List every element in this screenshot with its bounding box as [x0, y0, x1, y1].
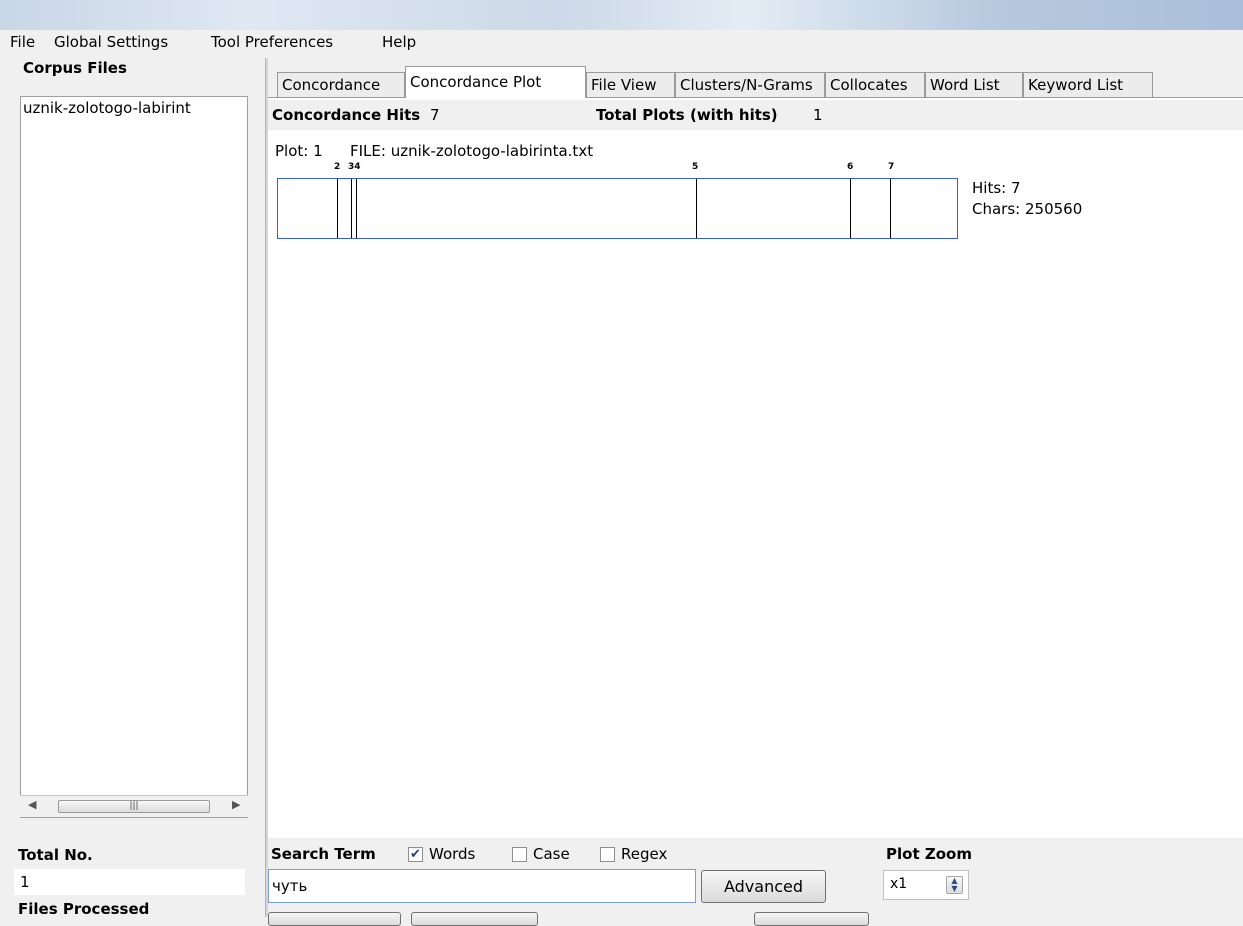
scroll-right-arrow-icon[interactable]: ▶ — [232, 798, 240, 811]
regex-checkbox[interactable] — [600, 847, 615, 862]
tab-concordance-plot[interactable]: Concordance Plot — [405, 66, 586, 98]
hit-number-label: 34 — [348, 162, 361, 172]
hit-number-label: 7 — [888, 162, 895, 172]
scroll-left-arrow-icon[interactable]: ◀ — [28, 798, 36, 811]
regex-label: Regex — [621, 845, 668, 863]
words-checkbox[interactable]: ✔ — [408, 847, 423, 862]
hit-marker-line[interactable] — [850, 179, 851, 238]
hit-marker-line[interactable] — [337, 179, 338, 238]
plot-zoom-label: Plot Zoom — [886, 845, 972, 863]
hit-number-label: 6 — [847, 162, 854, 172]
tab-file-view[interactable]: File View — [586, 72, 675, 97]
concordance-hits-label: Concordance Hits — [272, 106, 421, 124]
plot-hits-summary: Hits: 7 — [972, 179, 1021, 197]
menu-bar: File Global Settings Tool Preferences He… — [0, 30, 1243, 58]
words-label: Words — [429, 845, 476, 863]
menu-help[interactable]: Help — [382, 33, 416, 51]
tab-concordance[interactable]: Concordance — [277, 72, 405, 97]
case-checkbox[interactable] — [512, 847, 527, 862]
tool-tabs: Concordance Concordance Plot File View C… — [268, 64, 1243, 98]
zoom-spin-arrows-icon[interactable]: ▲ ▼ — [946, 876, 963, 894]
hit-marker-line[interactable] — [696, 179, 697, 238]
total-no-value: 1 — [14, 869, 245, 895]
corpus-list-horizontal-scrollbar[interactable]: ◀ ||| ▶ — [20, 795, 248, 817]
concordance-hits-value: 7 — [430, 106, 440, 124]
menu-global-settings[interactable]: Global Settings — [54, 33, 168, 51]
menu-file[interactable]: File — [10, 33, 35, 51]
corpus-files-heading: Corpus Files — [23, 59, 127, 77]
search-term-input[interactable]: чуть — [268, 869, 696, 903]
plot-chars-summary: Chars: 250560 — [972, 200, 1083, 218]
total-plots-label: Total Plots (with hits) — [596, 106, 778, 124]
scroll-thumb[interactable]: ||| — [58, 800, 210, 813]
tab-word-list[interactable]: Word List — [925, 72, 1023, 97]
total-no-label: Total No. — [18, 846, 93, 864]
hits-summary-bar: Concordance Hits 7 Total Plots (with hit… — [268, 100, 1243, 130]
total-plots-value: 1 — [813, 106, 823, 124]
concordance-plot-bar[interactable] — [277, 178, 958, 239]
advanced-button[interactable]: Advanced — [701, 870, 826, 903]
files-processed-label: Files Processed — [18, 900, 150, 918]
tab-keyword-list[interactable]: Keyword List — [1023, 72, 1153, 97]
plot-zoom-value: x1 — [890, 876, 908, 892]
hit-marker-line[interactable] — [890, 179, 891, 238]
menu-tool-preferences[interactable]: Tool Preferences — [211, 33, 333, 51]
tab-collocates[interactable]: Collocates — [825, 72, 925, 97]
hit-marker-line[interactable] — [351, 179, 352, 238]
plot-zoom-spinner[interactable]: x1 ▲ ▼ — [883, 870, 969, 900]
title-bar — [0, 0, 1243, 30]
search-start-button[interactable] — [268, 912, 401, 926]
hit-marker-line[interactable] — [356, 179, 357, 238]
hit-number-label: 2 — [334, 162, 341, 172]
search-term-label: Search Term — [271, 845, 376, 863]
search-sort-button[interactable] — [754, 912, 869, 926]
hit-number-label: 5 — [692, 162, 699, 172]
case-label: Case — [533, 845, 570, 863]
tab-clusters-ngrams[interactable]: Clusters/N-Grams — [675, 72, 825, 97]
plot-file-label: FILE: uznik-zolotogo-labirinta.txt — [350, 142, 594, 160]
plot-number-label: Plot: 1 — [275, 142, 323, 160]
search-stop-button[interactable] — [411, 912, 538, 926]
corpus-file-list[interactable]: uznik-zolotogo-labirint — [20, 96, 248, 818]
corpus-file-item[interactable]: uznik-zolotogo-labirint — [23, 99, 247, 117]
